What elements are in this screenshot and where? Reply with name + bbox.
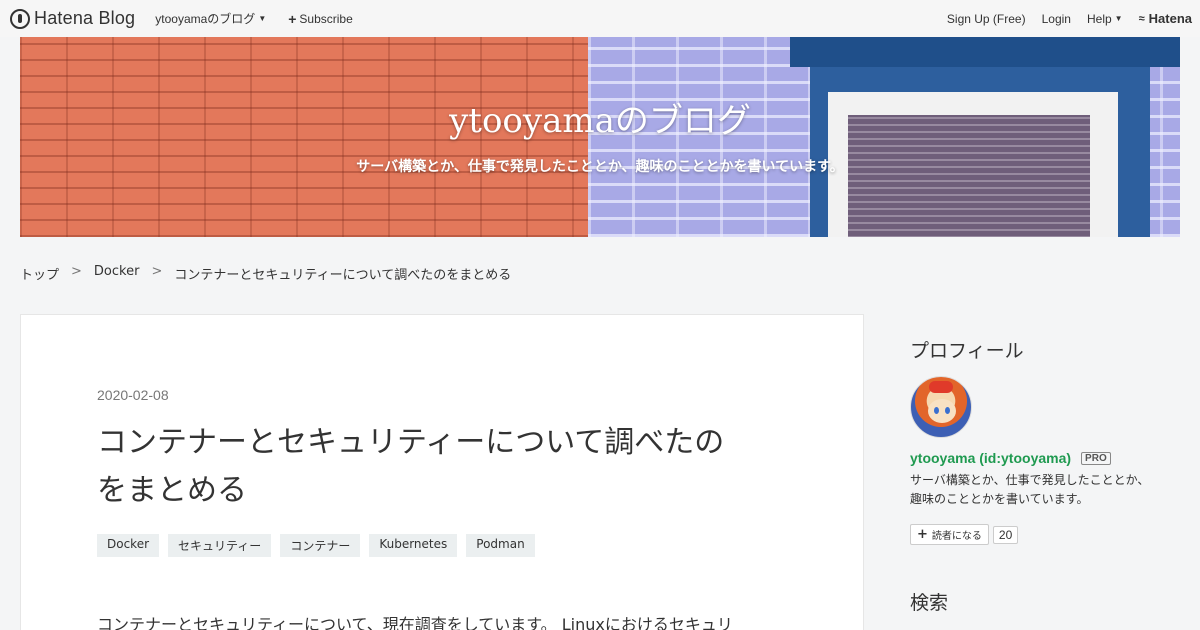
entry-title-line: をまとめる	[97, 473, 247, 508]
hatena-wave-icon: ≈	[1138, 12, 1145, 25]
breadcrumb: トップ > Docker > コンテナーとセキュリティーについて調べたのをまとめ…	[20, 264, 511, 283]
category-tag[interactable]: Kubernetes	[369, 534, 458, 557]
global-header: Hatena Blog ytooyamaのブログ ▼ + Subscribe S…	[0, 0, 1200, 37]
blog-title[interactable]: ytooyamaのブログ	[20, 93, 1180, 142]
category-tag[interactable]: コンテナー	[280, 534, 361, 557]
hatena-logo[interactable]: ≈ Hatena	[1139, 11, 1192, 26]
blog-menu-label: ytooyamaのブログ	[155, 12, 256, 26]
profile-user: ytooyama (id:ytooyama) PRO	[910, 450, 1111, 466]
window-lintel	[790, 37, 1180, 67]
avatar-eye	[945, 407, 950, 414]
signup-link[interactable]: Sign Up (Free)	[947, 12, 1026, 26]
profile-description-line: サーバ構築とか、仕事で発見したこととか、	[910, 473, 1150, 487]
article-entry: 2020-02-08 コンテナーとセキュリティーについて調べたの をまとめる D…	[20, 314, 864, 630]
become-reader-button[interactable]: + 読者になる	[910, 524, 989, 545]
subscribe-button[interactable]: + Subscribe	[288, 11, 353, 27]
breadcrumb-top[interactable]: トップ	[20, 264, 59, 283]
caret-down-icon: ▼	[1114, 14, 1123, 23]
blog-description: サーバ構築とか、仕事で発見したこととか、趣味のこととかを書いています。	[356, 159, 844, 175]
avatar-face	[928, 399, 956, 423]
plus-icon: +	[288, 10, 297, 27]
header-right-links: Sign Up (Free) Login Help ▼ ≈ Hatena	[947, 11, 1192, 26]
help-label: Help	[1086, 11, 1112, 26]
breadcrumb-separator: >	[151, 264, 163, 279]
category-tag[interactable]: セキュリティー	[168, 534, 272, 557]
entry-title[interactable]: コンテナーとセキュリティーについて調べたの をまとめる	[97, 419, 797, 515]
subscribe-label: Subscribe	[299, 11, 353, 26]
breadcrumb-current[interactable]: コンテナーとセキュリティーについて調べたのをまとめる	[174, 264, 511, 283]
profile-description: サーバ構築とか、仕事で発見したこととか、 趣味のこととかを書いています。	[910, 471, 1160, 509]
hatena-label: Hatena	[1148, 11, 1192, 26]
entry-title-line: コンテナーとセキュリティーについて調べたの	[97, 425, 725, 460]
breadcrumb-separator: >	[71, 264, 82, 279]
breadcrumb-category[interactable]: Docker	[94, 264, 140, 283]
profile-description-line: 趣味のこととかを書いています。	[910, 492, 1089, 506]
avatar-bow	[929, 381, 953, 393]
logo-text: Hatena Blog	[34, 8, 136, 28]
hatena-blog-logo[interactable]: Hatena Blog	[10, 8, 135, 29]
caret-down-icon: ▼	[258, 14, 267, 23]
subscribe-reader: + 読者になる 20	[910, 524, 1019, 545]
entry-categories: Docker セキュリティー コンテナー Kubernetes Podman	[97, 534, 535, 557]
category-tag[interactable]: Podman	[466, 534, 535, 557]
blog-header-banner: ytooyamaのブログ サーバ構築とか、仕事で発見したこととか、趣味のこととか…	[20, 37, 1180, 237]
reader-count[interactable]: 20	[992, 525, 1019, 544]
hatena-blog-icon	[10, 8, 30, 29]
login-link[interactable]: Login	[1042, 12, 1071, 26]
blog-menu-dropdown[interactable]: ytooyamaのブログ ▼	[155, 10, 266, 27]
become-reader-label: 読者になる	[931, 531, 982, 542]
help-dropdown[interactable]: Help ▼	[1087, 12, 1123, 26]
avatar[interactable]	[910, 376, 972, 438]
avatar-eye	[934, 407, 939, 414]
entry-date[interactable]: 2020-02-08	[97, 387, 169, 403]
profile-heading: プロフィール	[910, 340, 1024, 362]
category-tag[interactable]: Docker	[97, 534, 160, 557]
profile-user-name[interactable]: ytooyama (id:ytooyama)	[910, 450, 1071, 466]
pro-badge[interactable]: PRO	[1081, 451, 1111, 465]
search-heading: 検索	[910, 592, 949, 614]
entry-body: コンテナーとセキュリティーについて、現在調査をしています。 Linuxにおけるセ…	[97, 615, 733, 630]
plus-icon: +	[917, 527, 928, 542]
